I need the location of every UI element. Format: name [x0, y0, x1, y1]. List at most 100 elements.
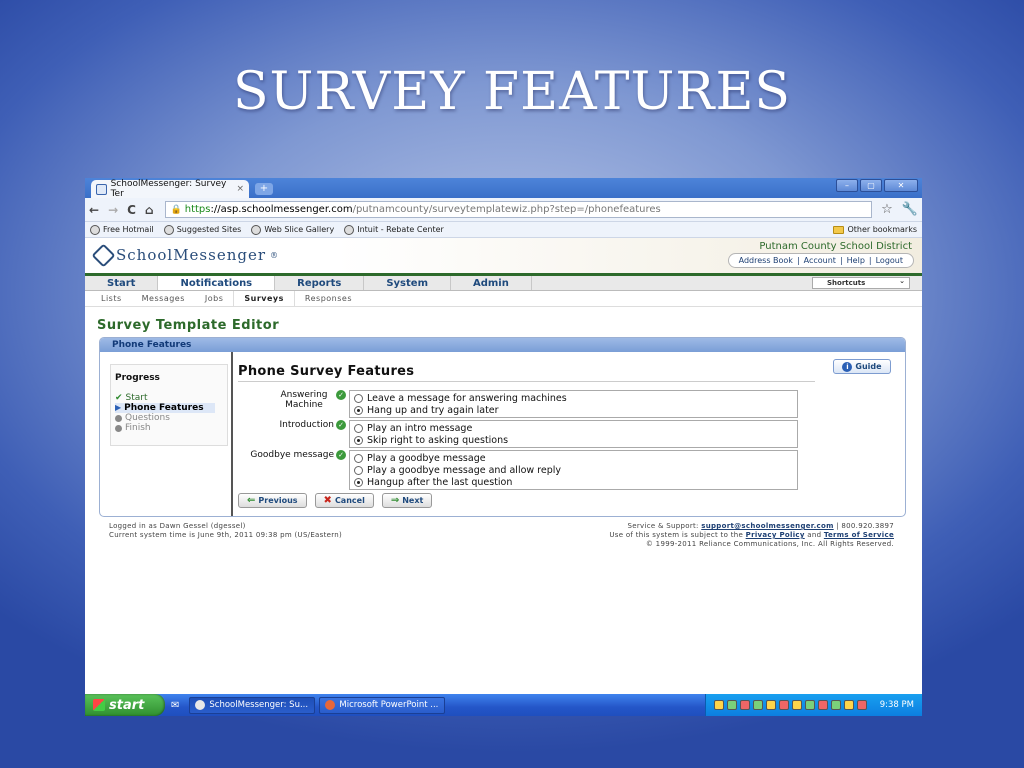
tray-icon[interactable] — [804, 700, 815, 710]
subnav-jobs[interactable]: Jobs — [195, 291, 234, 306]
start-button[interactable]: start — [85, 694, 165, 716]
subnav-lists[interactable]: Lists — [91, 291, 132, 306]
nav-system[interactable]: System — [364, 276, 451, 290]
address-bar[interactable]: 🔒 https://asp.schoolmessenger.com/putnam… — [164, 201, 873, 218]
tray-icon[interactable] — [739, 700, 750, 710]
windows-taskbar: start ✉ SchoolMessenger: Su... Microsoft… — [85, 694, 922, 716]
previous-button[interactable]: ⇐ Previous — [238, 493, 307, 508]
shortcuts-select[interactable]: Shortcuts — [812, 276, 910, 289]
divider — [231, 352, 233, 516]
nav-start[interactable]: Start — [85, 276, 159, 290]
url-host: asp.schoolmessenger.com — [220, 204, 353, 215]
subnav-responses[interactable]: Responses — [295, 291, 362, 306]
radio-option[interactable]: Hangup after the last question — [354, 476, 793, 488]
radio-option[interactable]: Play an intro message — [354, 422, 793, 434]
radio-button[interactable] — [354, 423, 363, 433]
tray-icon[interactable] — [791, 700, 802, 710]
address-book-link[interactable]: Address Book — [739, 256, 793, 265]
radio-button[interactable] — [354, 477, 363, 487]
home-icon[interactable]: ⌂ — [145, 203, 154, 217]
terms-link[interactable]: Terms of Service — [824, 531, 894, 539]
bookmark-item[interactable]: Suggested Sites — [163, 224, 241, 235]
tray-icon[interactable] — [856, 700, 867, 710]
tray-icon[interactable] — [726, 700, 737, 710]
tray-icon[interactable] — [713, 700, 724, 710]
radio-option[interactable]: Hang up and try again later — [354, 404, 793, 416]
account-links: Address Book | Account | Help | Logout — [727, 253, 914, 268]
check-circle-icon: ✓ — [336, 390, 346, 400]
nav-reports[interactable]: Reports — [275, 276, 365, 290]
reload-icon[interactable]: C — [127, 203, 136, 217]
radio-button[interactable] — [354, 393, 363, 403]
goodbye-options: Play a goodbye message Play a goodbye me… — [349, 450, 798, 490]
schoolmessenger-logo[interactable]: SchoolMessenger ® — [91, 242, 279, 268]
window-controls: – ▢ ✕ — [836, 179, 918, 192]
step-finish[interactable]: Finish — [115, 423, 223, 433]
tab-close-icon[interactable]: × — [236, 184, 244, 194]
step-questions[interactable]: Questions — [115, 413, 223, 423]
bookmark-item[interactable]: Web Slice Gallery — [251, 224, 334, 235]
chrome-icon — [195, 700, 206, 710]
powerpoint-icon — [325, 700, 336, 710]
arrow-right-icon: ▶ — [115, 403, 122, 412]
screenshot: SchoolMessenger: Survey Ter × + – ▢ ✕ ← … — [85, 178, 922, 716]
answering-machine-options: Leave a message for answering machines H… — [349, 390, 798, 418]
maximize-button[interactable]: ▢ — [860, 179, 882, 192]
progress-title: Progress — [115, 373, 160, 383]
next-button[interactable]: ⇒ Next — [381, 493, 433, 508]
tray-icon[interactable] — [830, 700, 841, 710]
logout-link[interactable]: Logout — [876, 256, 903, 265]
wrench-icon[interactable]: 🔧 — [902, 202, 918, 217]
radio-button[interactable] — [354, 405, 363, 415]
radio-button[interactable] — [354, 453, 363, 463]
url-path: /putnamcounty/surveytemplatewiz.php?step… — [352, 204, 661, 215]
tray-icon[interactable] — [843, 700, 854, 710]
browser-tab[interactable]: SchoolMessenger: Survey Ter × — [91, 179, 249, 199]
radio-option[interactable]: Leave a message for answering machines — [354, 392, 793, 404]
tray-icon[interactable] — [778, 700, 789, 710]
close-window-button[interactable]: ✕ — [884, 179, 918, 192]
bookmark-star-icon[interactable]: ☆ — [881, 202, 893, 217]
nav-admin[interactable]: Admin — [451, 276, 532, 290]
introduction-row: Introduction ✓ Play an intro message Skip… — [238, 420, 798, 448]
radio-option[interactable]: Play a goodbye message and allow reply — [354, 464, 793, 476]
subnav-messages[interactable]: Messages — [132, 291, 195, 306]
subnav-surveys[interactable]: Surveys — [233, 291, 295, 306]
copyright: © 1999-2011 Reliance Communications, Inc… — [645, 540, 894, 548]
minimize-button[interactable]: – — [836, 179, 858, 192]
taskbar-item-powerpoint[interactable]: Microsoft PowerPoint ... — [319, 696, 446, 714]
step-phone-features[interactable]: ▶ Phone Features — [115, 403, 215, 413]
arrow-right-icon: ⇒ — [390, 495, 400, 506]
tray-icon[interactable] — [752, 700, 763, 710]
guide-button[interactable]: i Guide — [833, 359, 891, 374]
globe-icon — [90, 224, 100, 235]
bookmark-item[interactable]: Free Hotmail — [90, 224, 154, 235]
forward-icon[interactable]: → — [108, 203, 118, 217]
radio-option[interactable]: Play a goodbye message — [354, 452, 793, 464]
step-start[interactable]: ✔ Start — [115, 393, 223, 403]
radio-option[interactable]: Skip right to asking questions — [354, 434, 793, 446]
divider — [238, 381, 815, 382]
cancel-button[interactable]: ✖ Cancel — [314, 493, 374, 508]
panel-title: Phone Features — [100, 338, 905, 352]
taskbar-item-chrome[interactable]: SchoolMessenger: Su... — [189, 696, 316, 714]
tray-icon[interactable] — [765, 700, 776, 710]
account-link[interactable]: Account — [804, 256, 836, 265]
radio-button[interactable] — [354, 465, 363, 475]
radio-button[interactable] — [354, 435, 363, 445]
tray-icon[interactable] — [817, 700, 828, 710]
quick-launch-icon[interactable]: ✉ — [171, 700, 179, 711]
bookmark-item[interactable]: Intuit - Rebate Center — [344, 224, 444, 235]
back-icon[interactable]: ← — [89, 203, 99, 217]
globe-icon — [344, 224, 355, 235]
field-label: Goodbye message ✓ — [238, 450, 349, 490]
footer-right: Service & Support: support@schoolmesseng… — [609, 522, 894, 548]
privacy-policy-link[interactable]: Privacy Policy — [746, 531, 805, 539]
new-tab-button[interactable]: + — [255, 183, 273, 195]
nav-notifications[interactable]: Notifications — [158, 276, 276, 290]
dot-icon — [115, 424, 122, 432]
other-bookmarks[interactable]: Other bookmarks — [833, 225, 917, 234]
clock[interactable]: 9:38 PM — [880, 700, 914, 710]
help-link[interactable]: Help — [847, 256, 865, 265]
support-email-link[interactable]: support@schoolmessenger.com — [701, 522, 833, 530]
